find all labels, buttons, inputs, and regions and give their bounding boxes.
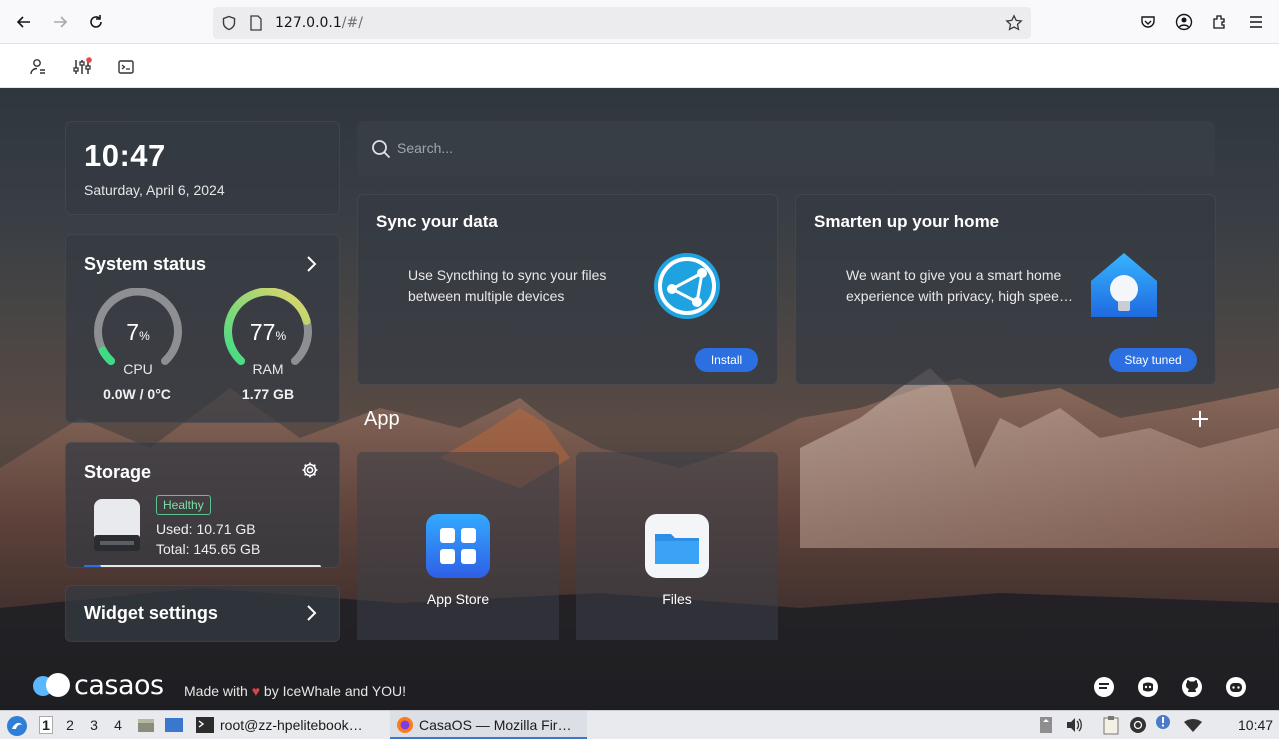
clipboard-icon[interactable] bbox=[1102, 715, 1120, 739]
account-settings-icon[interactable] bbox=[27, 56, 49, 78]
app-tile-files[interactable]: Files bbox=[576, 452, 778, 640]
search-input[interactable]: Search... bbox=[397, 140, 453, 156]
settings-sliders-icon[interactable] bbox=[71, 56, 93, 78]
promo-title: Sync your data bbox=[376, 212, 498, 231]
file-manager-icon[interactable] bbox=[137, 717, 155, 738]
system-status-title: System status bbox=[84, 254, 207, 274]
desktop-icon[interactable] bbox=[164, 717, 184, 738]
github-icon[interactable] bbox=[1180, 675, 1204, 699]
promo-description: Use Syncthing to sync your files between… bbox=[408, 267, 607, 304]
ram-value: 77% bbox=[249, 319, 287, 345]
volume-icon[interactable] bbox=[1065, 716, 1083, 739]
forward-icon[interactable] bbox=[46, 8, 74, 36]
page-icon bbox=[249, 15, 263, 36]
firefox-icon bbox=[396, 716, 414, 739]
workspace-2[interactable]: 2 bbox=[63, 717, 77, 733]
terminal-icon bbox=[196, 717, 214, 738]
chevron-right-icon[interactable] bbox=[304, 255, 318, 278]
chevron-right-icon bbox=[304, 604, 318, 627]
taskbar-clock: 10:47 bbox=[1238, 717, 1274, 733]
desktop-taskbar: 1 2 3 4 root@zz-hpelitebook… CasaOS — Mo… bbox=[0, 710, 1279, 739]
url-text[interactable]: 127.0.0.1/#/ bbox=[275, 15, 363, 31]
chat-bot-icon[interactable] bbox=[1224, 675, 1248, 699]
cpu-label: CPU bbox=[123, 361, 153, 377]
workspace-4[interactable]: 4 bbox=[111, 717, 125, 733]
ram-detail: 1.77 GB bbox=[241, 386, 295, 402]
storage-used: Used: 10.71 GB bbox=[156, 521, 256, 537]
storage-progress-fill bbox=[84, 565, 102, 567]
clock-date: Saturday, April 6, 2024 bbox=[84, 182, 225, 198]
app-section-title: App bbox=[364, 408, 400, 430]
app-label: Files bbox=[662, 591, 692, 607]
address-bar[interactable]: 127.0.0.1/#/ bbox=[213, 7, 1031, 39]
promo-card-sync: Sync your data Use Syncthing to sync you… bbox=[357, 194, 778, 385]
storage-progress-bar bbox=[84, 565, 321, 567]
status-badge: Healthy bbox=[156, 495, 211, 515]
workspace-3[interactable]: 3 bbox=[87, 717, 101, 733]
discord-icon[interactable] bbox=[1136, 675, 1160, 699]
taskbar-task-firefox-label: CasaOS — Mozilla Fir… bbox=[419, 717, 572, 733]
storage-title: Storage bbox=[84, 462, 152, 482]
add-app-icon[interactable] bbox=[1189, 408, 1211, 435]
pocket-icon[interactable] bbox=[1134, 8, 1162, 36]
extensions-icon[interactable] bbox=[1206, 8, 1234, 36]
promo-description: We want to give you a smart home experie… bbox=[846, 267, 1073, 304]
heart-icon: ♥ bbox=[251, 683, 261, 699]
smart-home-bulb-icon bbox=[1089, 251, 1159, 328]
promo-title: Smarten up your home bbox=[814, 212, 1000, 231]
removable-drive-icon[interactable] bbox=[1038, 716, 1054, 739]
footer-credit: Made with ♥ by IceWhale and YOU! bbox=[184, 683, 407, 699]
account-icon[interactable] bbox=[1170, 8, 1198, 36]
browser-toolbar: 127.0.0.1/#/ bbox=[0, 0, 1279, 44]
start-menu-icon[interactable] bbox=[6, 715, 28, 739]
syncthing-icon bbox=[652, 251, 722, 326]
storage-widget: Storage Healthy Used: 10.71 GB Total: 14… bbox=[65, 442, 340, 568]
install-button[interactable]: Install bbox=[695, 348, 758, 372]
widget-settings-button[interactable]: Widget settings bbox=[65, 585, 340, 642]
record-indicator-icon[interactable] bbox=[1129, 716, 1147, 739]
casaos-logo: casaos bbox=[32, 669, 164, 701]
casaos-topbar bbox=[0, 44, 1279, 88]
workspace-1[interactable]: 1 bbox=[39, 716, 53, 734]
storage-total: Total: 145.65 GB bbox=[156, 541, 261, 557]
ram-label: RAM bbox=[252, 361, 284, 377]
wifi-icon[interactable] bbox=[1183, 717, 1203, 738]
cpu-detail: 0.0W / 0°C bbox=[103, 386, 171, 402]
hard-drive-icon bbox=[92, 497, 142, 558]
stay-tuned-button[interactable]: Stay tuned bbox=[1109, 348, 1197, 372]
casaos-dashboard: 10:47 Saturday, April 6, 2024 System sta… bbox=[0, 88, 1279, 710]
gear-icon[interactable] bbox=[301, 461, 319, 484]
forum-icon[interactable] bbox=[1092, 675, 1116, 699]
app-store-icon bbox=[426, 514, 490, 583]
search-icon bbox=[371, 139, 391, 164]
app-tile-app-store[interactable]: App Store bbox=[357, 452, 559, 640]
terminal-logs-icon[interactable] bbox=[115, 56, 137, 78]
clock-widget: 10:47 Saturday, April 6, 2024 bbox=[65, 121, 340, 215]
search-bar[interactable]: Search... bbox=[357, 121, 1215, 177]
folder-icon bbox=[645, 514, 709, 583]
system-status-widget: System status 7% CPU 0.0W / 0°C 77% RAM … bbox=[65, 234, 340, 423]
taskbar-task-terminal[interactable]: root@zz-hpelitebook… bbox=[220, 717, 363, 733]
brand-name: casaos bbox=[74, 669, 164, 701]
notification-icon[interactable] bbox=[1155, 714, 1171, 735]
reload-icon[interactable] bbox=[82, 8, 110, 36]
bookmark-star-icon[interactable] bbox=[1005, 14, 1023, 37]
promo-card-smarthome: Smarten up your home We want to give you… bbox=[795, 194, 1216, 385]
menu-icon[interactable] bbox=[1242, 8, 1270, 36]
clock-time: 10:47 bbox=[84, 138, 166, 173]
widget-settings-label: Widget settings bbox=[84, 603, 218, 623]
shield-icon[interactable] bbox=[221, 15, 237, 36]
app-label: App Store bbox=[426, 591, 490, 607]
back-icon[interactable] bbox=[10, 8, 38, 36]
cpu-value: 7% bbox=[126, 319, 150, 345]
